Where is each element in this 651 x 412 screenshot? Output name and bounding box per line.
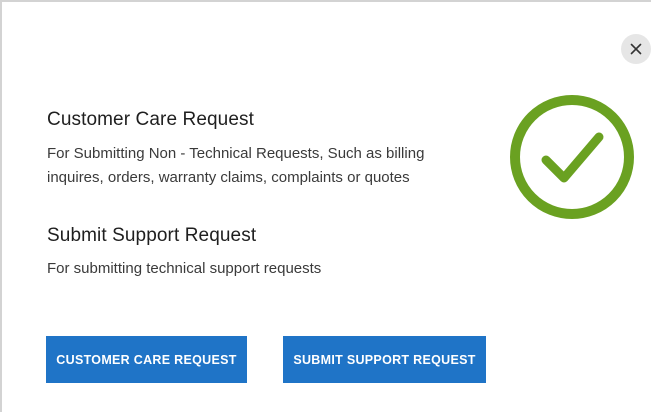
- close-icon: [630, 43, 642, 55]
- customer-care-description-line: For Submitting Non - Technical Requests,…: [47, 145, 425, 162]
- customer-care-title: Customer Care Request: [47, 109, 254, 130]
- support-request-title: Submit Support Request: [47, 225, 257, 246]
- close-button[interactable]: [621, 34, 651, 64]
- checkmark-circle-icon: [510, 95, 634, 219]
- request-dialog: Customer Care Request For Submitting Non…: [0, 0, 651, 412]
- customer-care-description-line: inquires, orders, warranty claims, compl…: [47, 169, 410, 186]
- submit-support-request-button[interactable]: SUBMIT SUPPORT REQUEST: [283, 336, 486, 383]
- customer-care-request-button[interactable]: CUSTOMER CARE REQUEST: [46, 336, 247, 383]
- customer-care-description: For Submitting Non - Technical Requests,…: [47, 142, 497, 190]
- support-request-description: For submitting technical support request…: [47, 260, 322, 277]
